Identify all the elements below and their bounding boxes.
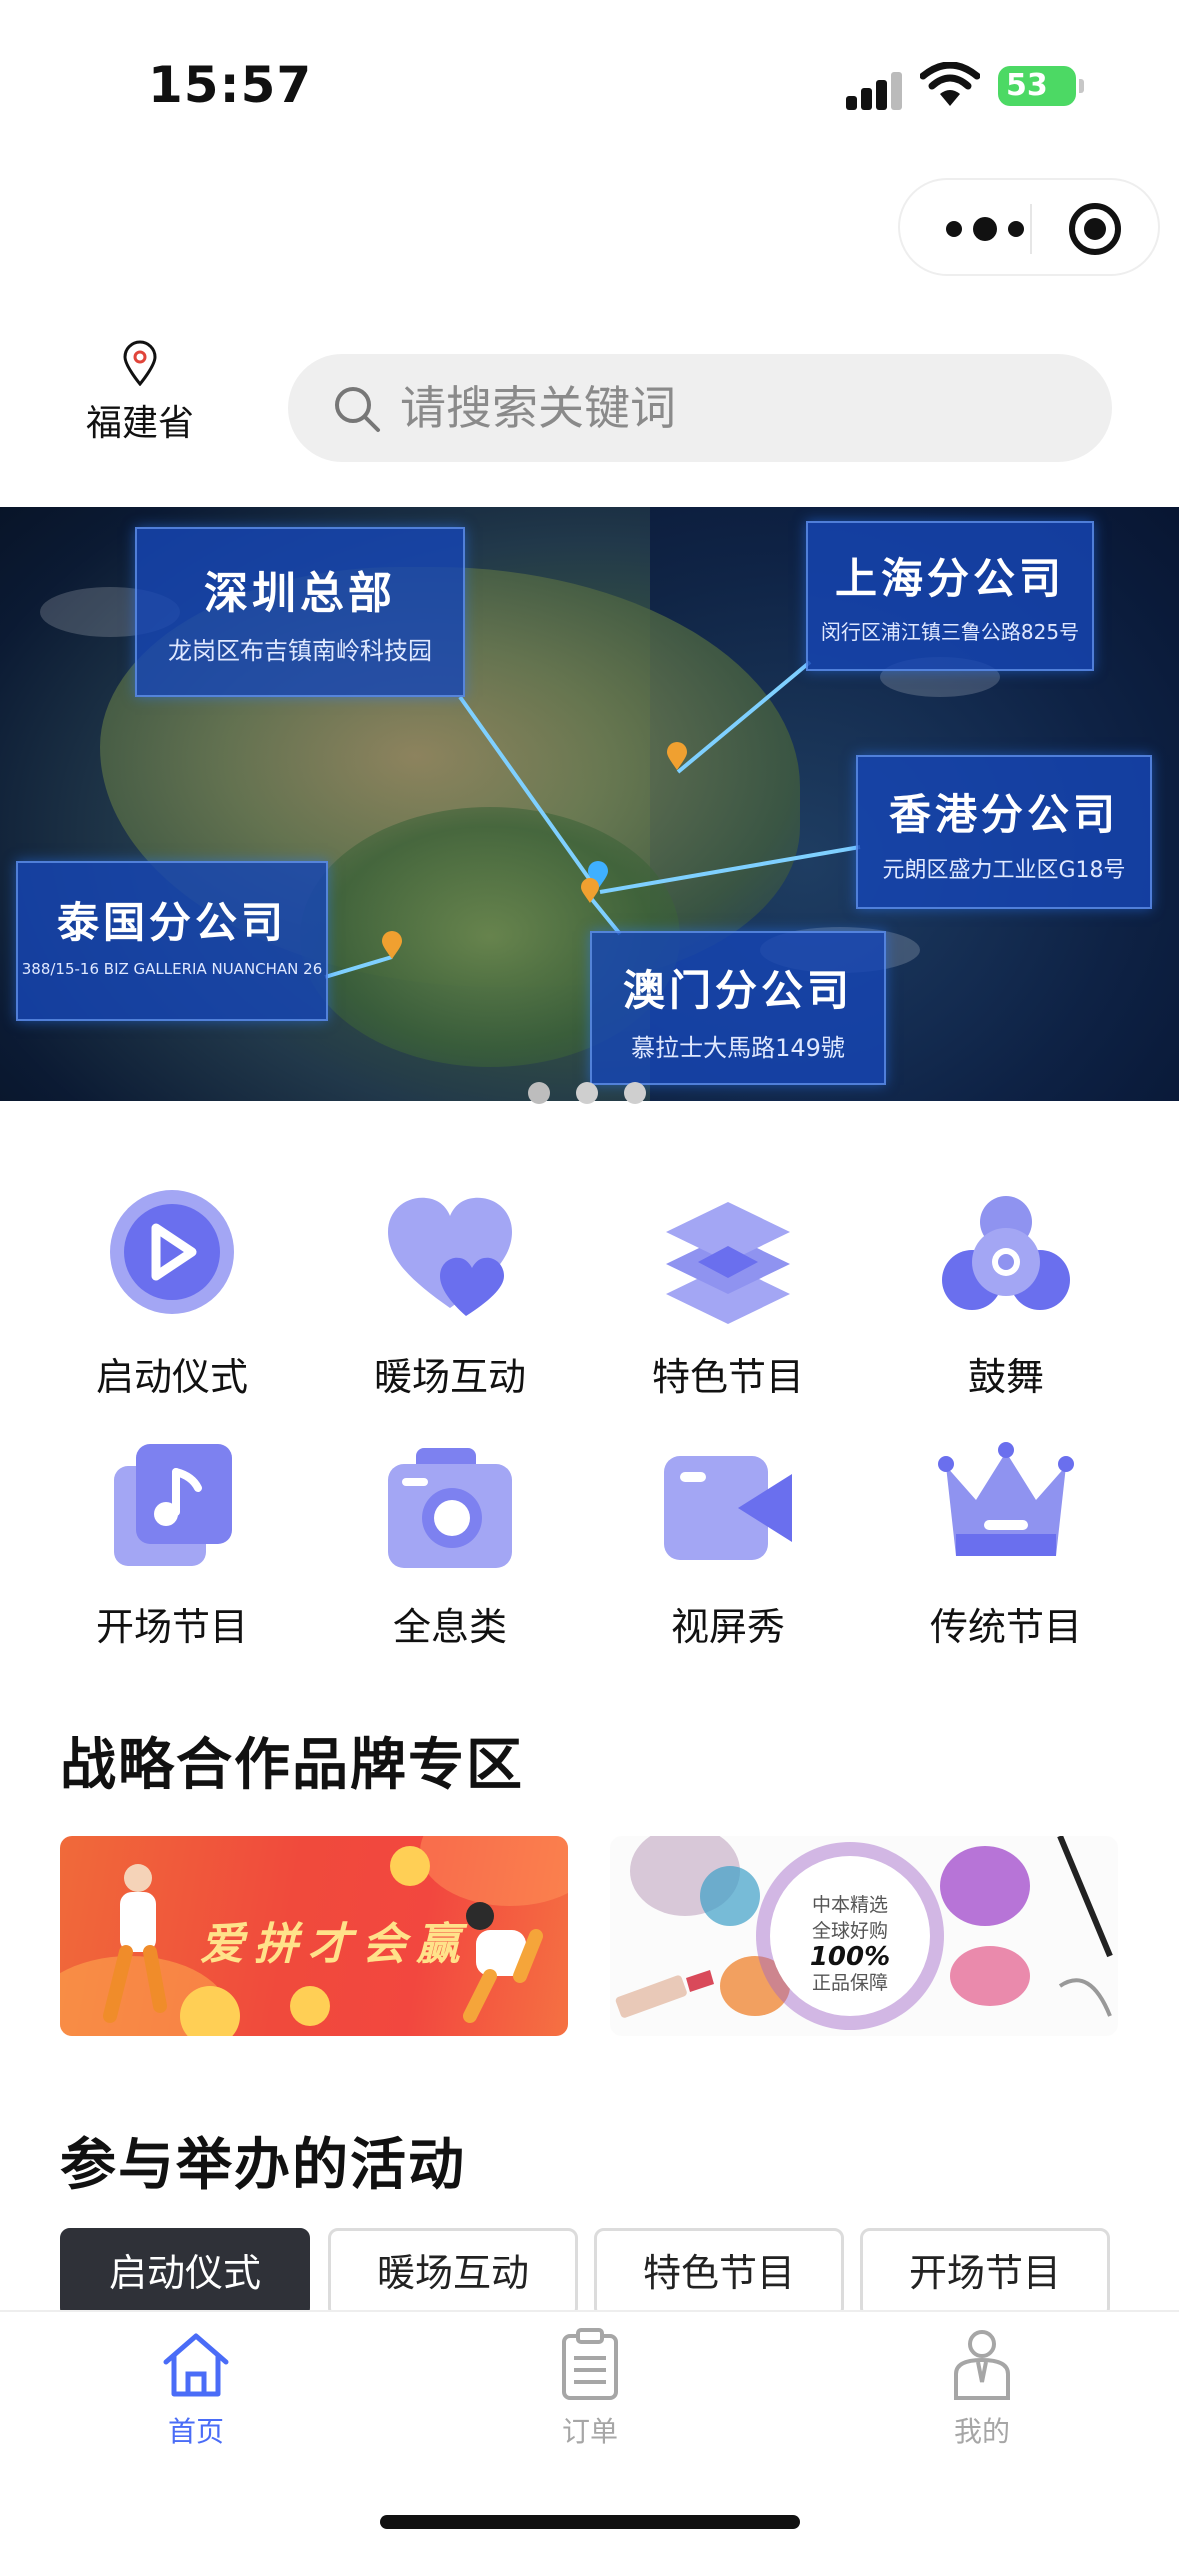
search-bar[interactable] xyxy=(288,354,1112,462)
category-label: 鼓舞 xyxy=(967,1355,1044,1399)
lipstick-icon xyxy=(615,1970,714,2018)
butterfly-icon xyxy=(950,1946,1030,2006)
makeup-brush-icon xyxy=(1057,1836,1113,2017)
activity-section-title: 参与举办的活动 xyxy=(60,2133,466,2198)
guarantee-badge: 中本精选 全球好购 100% 正品保障 xyxy=(770,1856,930,2016)
activity-tabs: 启动仪式 暖场互动 特色节目 开场节目 xyxy=(60,2228,1140,2318)
category-featured-program[interactable]: 特色节目 xyxy=(608,1188,848,1401)
office-address: 闵行区浦江镇三鲁公路825号 xyxy=(820,620,1080,644)
office-card-shanghai[interactable]: 上海分公司 闵行区浦江镇三鲁公路825号 xyxy=(806,521,1094,671)
tab-opening-program[interactable]: 开场节目 xyxy=(860,2228,1110,2318)
home-icon xyxy=(163,2333,229,2397)
butterfly-icon xyxy=(700,1866,760,1926)
office-name: 香港分公司 xyxy=(888,790,1119,839)
badge-line: 正品保障 xyxy=(811,1972,888,1994)
carousel-dot[interactable] xyxy=(528,1082,550,1104)
coin-icon xyxy=(180,1986,240,2036)
mini-program-capsule xyxy=(898,178,1160,276)
tabbar-item-home[interactable]: 首页 xyxy=(96,2326,296,2450)
office-name: 泰国分公司 xyxy=(56,898,287,947)
brand-card-promo[interactable]: 爱拼才会赢 xyxy=(60,1836,568,2036)
category-drum-dance[interactable]: 鼓舞 xyxy=(886,1188,1126,1401)
capsule-divider xyxy=(1030,204,1032,254)
close-mini-program-icon[interactable] xyxy=(1068,202,1122,256)
status-bar: 15:57 53 xyxy=(0,0,1179,170)
cellular-signal-icon xyxy=(846,70,906,110)
camera-icon xyxy=(380,1438,520,1578)
tabbar-item-profile[interactable]: 我的 xyxy=(882,2326,1082,2450)
category-warmup-interaction[interactable]: 暖场互动 xyxy=(330,1188,570,1401)
coin-icon xyxy=(290,1986,330,2026)
category-label: 开场节目 xyxy=(95,1605,248,1649)
category-label: 暖场互动 xyxy=(373,1355,526,1399)
wifi-icon xyxy=(920,62,980,106)
category-label: 启动仪式 xyxy=(95,1355,248,1399)
music-note-icon xyxy=(102,1438,242,1578)
clipboard-icon xyxy=(562,2328,618,2400)
office-name: 上海分公司 xyxy=(834,554,1065,603)
battery-indicator: 53 xyxy=(998,66,1084,106)
office-address: 慕拉士大馬路149號 xyxy=(631,1034,845,1062)
tabbar-label: 订单 xyxy=(561,2415,618,2448)
play-circle-icon xyxy=(102,1188,242,1328)
office-card-macau[interactable]: 澳门分公司 慕拉士大馬路149號 xyxy=(590,931,886,1085)
office-name: 澳门分公司 xyxy=(622,966,853,1015)
home-indicator[interactable] xyxy=(380,2515,800,2529)
category-opening-program[interactable]: 开场节目 xyxy=(52,1438,292,1651)
office-address: 元朗区盛力工业区G18号 xyxy=(882,858,1126,883)
tab-startup-ceremony[interactable]: 启动仪式 xyxy=(60,2228,310,2318)
coin-icon xyxy=(390,1846,430,1886)
badge-percent: 100% xyxy=(809,1942,891,1972)
more-options-icon[interactable] xyxy=(940,212,1030,246)
brand-card-cosmetics[interactable]: 中本精选 全球好购 100% 正品保障 xyxy=(610,1836,1118,2036)
badge-line: 中本精选 xyxy=(811,1894,888,1916)
category-label: 视屏秀 xyxy=(670,1605,785,1649)
status-time: 15:57 xyxy=(148,56,313,114)
category-label: 传统节目 xyxy=(929,1605,1082,1649)
tabbar-item-orders[interactable]: 订单 xyxy=(490,2326,690,2450)
office-name: 深圳总部 xyxy=(204,568,396,619)
layers-icon xyxy=(658,1188,798,1328)
location-selector[interactable]: 福建省 xyxy=(80,340,200,446)
category-label: 特色节目 xyxy=(651,1355,804,1399)
category-traditional-program[interactable]: 传统节目 xyxy=(886,1438,1126,1651)
badge-line: 全球好购 xyxy=(811,1920,888,1942)
drum-icon xyxy=(936,1188,1076,1328)
office-card-shenzhen[interactable]: 深圳总部 龙岗区布吉镇南岭科技园 xyxy=(135,527,465,697)
brand-slogan: 爱拼才会赢 xyxy=(200,1919,470,1970)
category-video-show[interactable]: 视屏秀 xyxy=(608,1438,848,1651)
brand-section-title: 战略合作品牌专区 xyxy=(60,1733,524,1798)
category-label: 全息类 xyxy=(392,1605,507,1649)
tab-featured-program[interactable]: 特色节目 xyxy=(594,2228,844,2318)
office-card-hongkong[interactable]: 香港分公司 元朗区盛力工业区G18号 xyxy=(856,755,1152,909)
category-startup-ceremony[interactable]: 启动仪式 xyxy=(52,1188,292,1401)
carousel-dot[interactable] xyxy=(576,1082,598,1104)
search-input[interactable] xyxy=(400,374,1080,442)
person-illustration-icon xyxy=(103,1864,167,2023)
tabbar-label: 我的 xyxy=(953,2415,1010,2448)
crown-icon xyxy=(936,1438,1076,1578)
carousel-indicator xyxy=(528,1082,672,1104)
butterfly-icon xyxy=(940,1846,1030,1926)
location-label: 福建省 xyxy=(85,403,194,444)
hearts-icon xyxy=(380,1188,520,1328)
tabbar-label: 首页 xyxy=(167,2415,224,2448)
office-address: 388/15-16 BIZ GALLERIA NUANCHAN 26 xyxy=(21,960,323,978)
category-hologram[interactable]: 全息类 xyxy=(330,1438,570,1651)
video-camera-icon xyxy=(658,1438,798,1578)
search-icon xyxy=(335,387,380,432)
tab-warmup-interaction[interactable]: 暖场互动 xyxy=(328,2228,578,2318)
banner-carousel[interactable]: 深圳总部 龙岗区布吉镇南岭科技园 上海分公司 闵行区浦江镇三鲁公路825号 香港… xyxy=(0,507,1179,1101)
office-address: 龙岗区布吉镇南岭科技园 xyxy=(168,637,432,665)
carousel-dot[interactable] xyxy=(624,1082,646,1104)
user-icon xyxy=(954,2330,1010,2400)
office-card-thailand[interactable]: 泰国分公司 388/15-16 BIZ GALLERIA NUANCHAN 26 xyxy=(16,861,328,1021)
location-pin-icon xyxy=(123,340,157,386)
